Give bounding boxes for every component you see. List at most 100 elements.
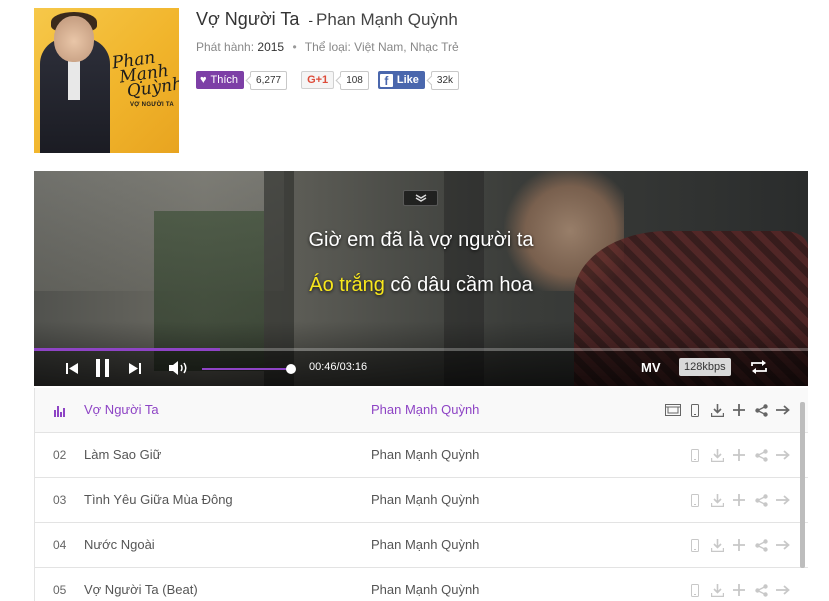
track-title[interactable]: Nước Ngoài — [84, 537, 155, 552]
release-label: Phát hành: — [196, 40, 255, 54]
share-button[interactable] — [750, 401, 772, 419]
share-button[interactable] — [750, 446, 772, 464]
lyric-line-next: Áo trắng cô dâu cầm hoa — [34, 274, 808, 297]
previous-button[interactable] — [64, 360, 80, 376]
add-button[interactable] — [728, 491, 750, 509]
song-meta: Phát hành: 2015 • Thể loại: Việt Nam, Nh… — [196, 40, 459, 54]
arrow-right-icon — [776, 495, 790, 505]
arrow-right-icon — [776, 585, 790, 595]
mv-button[interactable]: MV — [641, 360, 661, 375]
social-bar: ♥ Thích 6,277 G+1 108 f Like 32k — [196, 70, 460, 90]
like-button[interactable]: ♥ Thích — [196, 71, 245, 89]
share-button[interactable] — [750, 491, 772, 509]
track-title[interactable]: Vợ Người Ta — [84, 402, 159, 417]
playlist-row[interactable]: Vợ Người Ta Phan Mạnh Quỳnh — [35, 388, 808, 433]
plus-icon — [733, 539, 745, 551]
quality-button[interactable]: 128kbps — [679, 358, 731, 376]
playlist-row[interactable]: 05 Vợ Người Ta (Beat) Phan Mạnh Quỳnh — [35, 568, 808, 601]
cover-subtitle: VỢ NGƯỜI TA — [130, 102, 175, 108]
facebook-count: 32k — [430, 70, 460, 90]
facebook-like-label: Like — [396, 74, 419, 86]
mobile-button[interactable] — [684, 446, 706, 464]
genre-links[interactable]: Việt Nam, Nhạc Trẻ — [354, 40, 458, 54]
track-artist[interactable]: Phan Mạnh Quỳnh — [371, 492, 479, 507]
facebook-icon: f — [379, 73, 393, 87]
album-cover[interactable]: Phan Mạnh Quỳnh VỢ NGƯỜI TA — [34, 8, 179, 153]
more-button[interactable] — [772, 491, 794, 509]
playlist-row[interactable]: 02 Làm Sao Giữ Phan Mạnh Quỳnh — [35, 433, 808, 478]
share-icon — [754, 583, 768, 597]
download-button[interactable] — [706, 401, 728, 419]
mobile-button[interactable] — [684, 491, 706, 509]
add-button[interactable] — [728, 536, 750, 554]
chevron-down-icon — [415, 194, 426, 202]
add-button[interactable] — [728, 401, 750, 419]
volume-fill — [202, 368, 292, 370]
repeat-button[interactable] — [750, 360, 770, 376]
title-separator: - — [308, 12, 314, 28]
lyric-highlight: Áo trắng — [309, 274, 385, 296]
playlist-scrollbar[interactable] — [800, 402, 805, 568]
volume-button[interactable] — [168, 360, 192, 376]
plus-icon — [733, 494, 745, 506]
cover-shirt — [68, 60, 80, 100]
plus-icon — [733, 404, 745, 416]
mobile-icon — [691, 538, 699, 552]
like-label: Thích — [210, 74, 239, 86]
add-button[interactable] — [728, 581, 750, 599]
more-button[interactable] — [772, 401, 794, 419]
pause-icon — [96, 359, 109, 377]
facebook-like-button[interactable]: f Like — [377, 71, 425, 89]
collapse-lyrics-button[interactable] — [403, 190, 438, 206]
pause-button[interactable] — [94, 358, 112, 378]
lyric-rest: cô dâu cầm hoa — [384, 274, 533, 296]
more-button[interactable] — [772, 536, 794, 554]
next-button[interactable] — [127, 360, 143, 376]
track-artist[interactable]: Phan Mạnh Quỳnh — [371, 447, 479, 462]
track-title[interactable]: Vợ Người Ta (Beat) — [84, 582, 198, 597]
more-button[interactable] — [772, 581, 794, 599]
mobile-button[interactable] — [684, 581, 706, 599]
track-actions — [684, 446, 794, 464]
genre-label: Thể loại: — [304, 40, 351, 54]
download-button[interactable] — [706, 581, 728, 599]
share-icon — [754, 493, 768, 507]
heart-icon: ♥ — [200, 74, 207, 86]
mobile-icon — [691, 403, 699, 417]
mobile-button[interactable] — [684, 536, 706, 554]
volume-knob[interactable] — [286, 364, 296, 374]
more-button[interactable] — [772, 446, 794, 464]
track-artist[interactable]: Phan Mạnh Quỳnh — [371, 402, 479, 417]
track-title[interactable]: Tình Yêu Giữa Mùa Đông — [84, 492, 233, 507]
download-icon — [710, 493, 724, 507]
gplus-count: 108 — [340, 70, 369, 90]
now-playing-icon — [54, 405, 68, 417]
song-name: Vợ Người Ta — [196, 9, 300, 29]
volume-slider[interactable] — [202, 368, 292, 370]
video-button[interactable] — [662, 401, 684, 419]
track-number: 02 — [53, 448, 67, 462]
player: Giờ em đã là vợ người ta Áo trắng cô dâu… — [34, 171, 808, 386]
track-artist[interactable]: Phan Mạnh Quỳnh — [371, 582, 479, 597]
share-icon — [754, 403, 768, 417]
playlist-row[interactable]: 03 Tình Yêu Giữa Mùa Đông Phan Mạnh Quỳn… — [35, 478, 808, 523]
track-number: 04 — [53, 538, 67, 552]
download-button[interactable] — [706, 536, 728, 554]
download-button[interactable] — [706, 446, 728, 464]
download-icon — [710, 448, 724, 462]
song-artist-link[interactable]: Phan Mạnh Quỳnh — [316, 10, 458, 29]
add-button[interactable] — [728, 446, 750, 464]
share-button[interactable] — [750, 581, 772, 599]
track-actions — [684, 581, 794, 599]
track-title[interactable]: Làm Sao Giữ — [84, 447, 161, 462]
playlist-row[interactable]: 04 Nước Ngoài Phan Mạnh Quỳnh — [35, 523, 808, 568]
gplus-button[interactable]: G+1 — [301, 71, 335, 89]
time-display: 00:46/03:16 — [309, 361, 368, 373]
lyric-line-current: Giờ em đã là vợ người ta — [308, 229, 534, 251]
track-actions — [684, 491, 794, 509]
download-button[interactable] — [706, 491, 728, 509]
track-artist[interactable]: Phan Mạnh Quỳnh — [371, 537, 479, 552]
share-button[interactable] — [750, 536, 772, 554]
meta-separator: • — [292, 40, 297, 54]
mobile-button[interactable] — [684, 401, 706, 419]
